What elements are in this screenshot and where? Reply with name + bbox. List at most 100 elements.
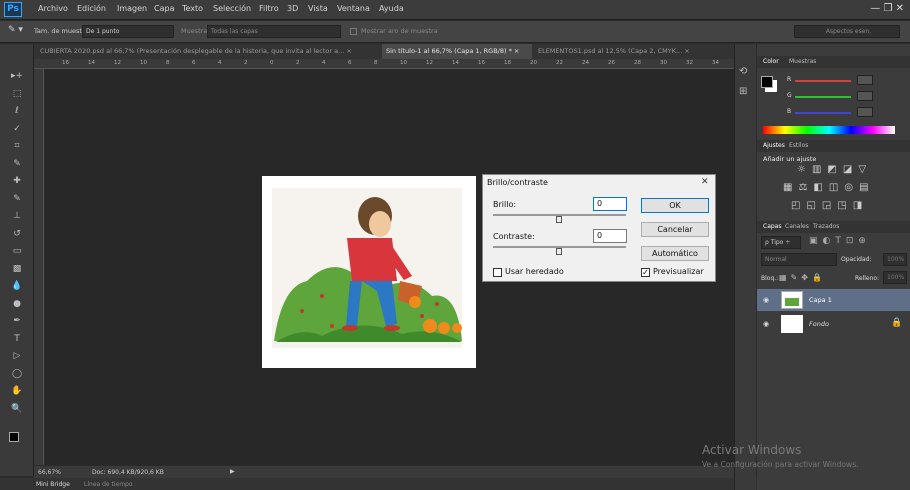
- adjustment-icon[interactable]: ▤: [859, 182, 868, 193]
- adjustment-icon[interactable]: ◧: [813, 182, 822, 193]
- brightness-input[interactable]: 0: [593, 197, 627, 211]
- adjustment-icon[interactable]: ▦: [783, 182, 792, 193]
- ring-checkbox[interactable]: [350, 28, 357, 35]
- tab-adjustments[interactable]: Ajustes: [763, 142, 785, 149]
- tab-paths[interactable]: Trazados: [813, 223, 839, 230]
- document-canvas[interactable]: [262, 176, 476, 368]
- tab-channels[interactable]: Canales: [785, 223, 809, 230]
- layer-name[interactable]: Capa 1: [809, 296, 832, 304]
- auto-button[interactable]: Automático: [641, 246, 709, 261]
- tab-swatches[interactable]: Muestras: [789, 58, 816, 65]
- path-select-tool-icon[interactable]: ▷: [9, 348, 25, 364]
- menu-capa[interactable]: Capa: [154, 4, 174, 13]
- menu-3d[interactable]: 3D: [287, 4, 298, 13]
- lasso-tool-icon[interactable]: ℓ: [9, 103, 25, 119]
- adjustment-icon[interactable]: ⚖: [798, 182, 807, 193]
- gradient-tool-icon[interactable]: ▩: [9, 261, 25, 277]
- cancel-button[interactable]: Cancelar: [641, 222, 709, 237]
- blur-tool-icon[interactable]: 💧: [9, 278, 25, 294]
- adjustment-icon[interactable]: ◱: [806, 200, 815, 211]
- adjustment-icon[interactable]: ◪: [843, 164, 852, 175]
- fill-value[interactable]: 100%: [883, 271, 907, 284]
- blend-mode-select[interactable]: Normal: [761, 253, 837, 266]
- adjustment-icon[interactable]: ▽: [858, 164, 866, 175]
- eraser-tool-icon[interactable]: ▭: [9, 243, 25, 259]
- visibility-eye-icon[interactable]: ◉: [763, 296, 769, 304]
- menu-texto[interactable]: Texto: [182, 4, 203, 13]
- contrast-input[interactable]: 0: [593, 229, 627, 243]
- menu-filtro[interactable]: Filtro: [259, 4, 279, 13]
- menu-vista[interactable]: Vista: [308, 4, 328, 13]
- adjustment-icon[interactable]: ◎: [844, 182, 853, 193]
- eyedropper-tool-icon[interactable]: ✎ ▾: [8, 25, 23, 35]
- layer-name[interactable]: Fondo: [809, 320, 829, 328]
- zoom-readout[interactable]: 66,67%: [38, 469, 61, 476]
- history-brush-tool-icon[interactable]: ↺: [9, 226, 25, 242]
- adjustment-icon[interactable]: ◨: [853, 200, 862, 211]
- brightness-slider-thumb[interactable]: [556, 216, 562, 223]
- tab-timeline[interactable]: Línea de tiempo: [84, 481, 133, 488]
- menu-ayuda[interactable]: Ayuda: [379, 4, 404, 13]
- g-value[interactable]: [857, 91, 873, 101]
- adjustment-icon[interactable]: ◳: [837, 200, 846, 211]
- foreground-color-swatch[interactable]: [761, 76, 773, 88]
- adjustment-icon[interactable]: ◲: [822, 200, 831, 211]
- sample-select[interactable]: Todas las capas: [207, 25, 341, 38]
- menu-ventana[interactable]: Ventana: [337, 4, 370, 13]
- g-slider[interactable]: [795, 96, 851, 98]
- adjustment-icon[interactable]: ☼: [797, 164, 806, 175]
- b-slider[interactable]: [795, 112, 851, 114]
- r-value[interactable]: [857, 75, 873, 85]
- r-slider[interactable]: [795, 80, 851, 82]
- stamp-tool-icon[interactable]: ⊥: [9, 208, 25, 224]
- contrast-slider-thumb[interactable]: [556, 248, 562, 255]
- preview-checkbox[interactable]: ✓: [641, 268, 650, 277]
- hand-tool-icon[interactable]: ✋: [9, 383, 25, 399]
- tab-sin-titulo[interactable]: Sin título-1 al 66,7% (Capa 1, RGB/8) * …: [386, 47, 519, 55]
- visibility-eye-icon[interactable]: ◉: [763, 320, 769, 328]
- dialog-close-icon[interactable]: ✕: [701, 177, 709, 187]
- status-arrow-icon[interactable]: ▶: [230, 468, 235, 475]
- crop-tool-icon[interactable]: ⌗: [9, 138, 25, 154]
- layer-filter-icons[interactable]: ▣◐T⊡⊕: [809, 236, 871, 246]
- adjustment-icon[interactable]: ◩: [827, 164, 836, 175]
- tab-elementos[interactable]: ELEMENTOS1.psd al 12,5% (Capa 2, CMYK...…: [538, 47, 690, 55]
- menu-imagen[interactable]: Imagen: [117, 4, 147, 13]
- tab-styles[interactable]: Estilos: [789, 142, 808, 149]
- tab-layers[interactable]: Capas: [763, 223, 781, 230]
- tab-mini-bridge[interactable]: Mini Bridge: [36, 481, 70, 488]
- zoom-tool-icon[interactable]: 🔍: [9, 401, 25, 417]
- layer-row-fondo[interactable]: ◉ Fondo 🔒: [757, 313, 910, 335]
- legacy-checkbox[interactable]: [493, 268, 502, 277]
- menu-seleccion[interactable]: Selección: [213, 4, 251, 13]
- layer-row-capa1[interactable]: ◉ Capa 1: [757, 289, 910, 311]
- adjustment-icon[interactable]: ▥: [812, 164, 821, 175]
- workspace-select[interactable]: Aspectos esen.: [794, 25, 900, 38]
- properties-icon[interactable]: ⊞: [739, 86, 747, 97]
- lock-icons[interactable]: ▦✎✥🔒: [779, 273, 826, 282]
- color-spectrum[interactable]: [763, 126, 895, 134]
- history-icon[interactable]: ⟲: [739, 66, 747, 77]
- marquee-tool-icon[interactable]: ⬚: [9, 86, 25, 102]
- quick-select-tool-icon[interactable]: ✓: [9, 121, 25, 137]
- adjustment-icon[interactable]: ◫: [829, 182, 838, 193]
- move-tool-icon[interactable]: ▸+: [9, 68, 25, 84]
- sample-size-select[interactable]: De 1 punto: [82, 25, 174, 38]
- menu-archivo[interactable]: Archivo: [38, 4, 68, 13]
- toolbox-foreground-swatch[interactable]: [9, 432, 19, 442]
- ok-button[interactable]: OK: [641, 198, 709, 213]
- layer-kind-filter[interactable]: ρ Tipo ÷: [761, 236, 801, 249]
- window-controls[interactable]: — ❐ ✕: [870, 3, 904, 14]
- healing-tool-icon[interactable]: ✚: [9, 173, 25, 189]
- tab-color[interactable]: Color: [763, 58, 779, 65]
- type-tool-icon[interactable]: T: [9, 331, 25, 347]
- shape-tool-icon[interactable]: ◯: [9, 366, 25, 382]
- opacity-value[interactable]: 100%: [883, 253, 907, 266]
- dodge-tool-icon[interactable]: ●: [9, 296, 25, 312]
- eyedropper-tool-icon[interactable]: ✎: [9, 156, 25, 172]
- pen-tool-icon[interactable]: ✒: [9, 313, 25, 329]
- menu-edicion[interactable]: Edición: [77, 4, 106, 13]
- adjustment-icon[interactable]: ◰: [791, 200, 800, 211]
- tab-cubierta[interactable]: CUBIERTA 2020.psd al 66,7% (Presentación…: [40, 47, 352, 55]
- b-value[interactable]: [857, 107, 873, 117]
